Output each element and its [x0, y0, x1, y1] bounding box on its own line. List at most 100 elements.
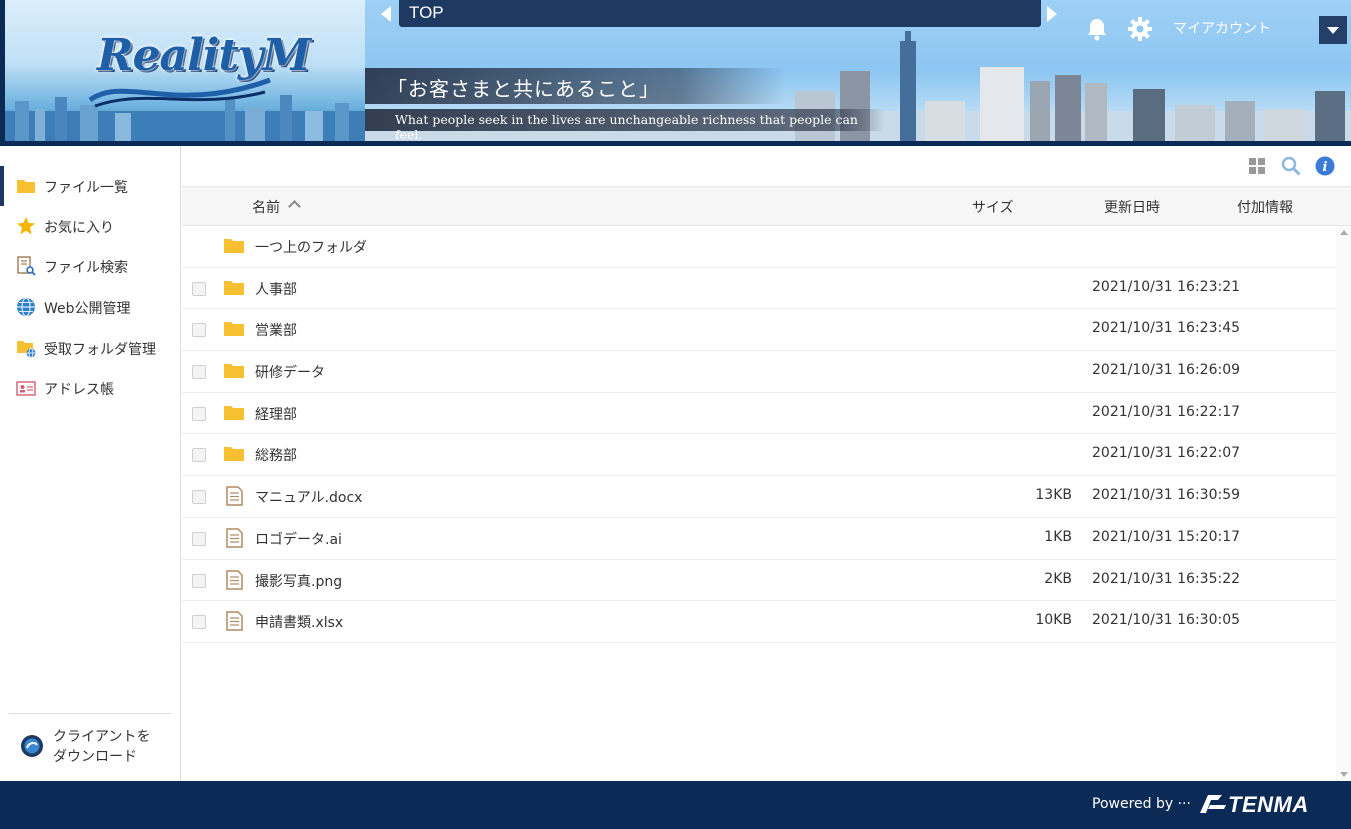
file-name[interactable]: 営業部 [255, 320, 297, 340]
client-download-link[interactable]: クライアントを ダウンロード [20, 726, 170, 770]
file-size: 13KB [1035, 487, 1072, 504]
row-checkbox[interactable] [192, 365, 206, 380]
column-header-name[interactable]: 名前 [252, 197, 280, 217]
folder-icon [224, 239, 244, 253]
file-name: 一つ上のフォルダ [255, 240, 367, 256]
file-updated-date: 2021/10/31 16:23:45 [1092, 320, 1241, 337]
row-checkbox[interactable] [192, 323, 206, 338]
file-toolbar: i [182, 146, 1351, 186]
file-table-body: 一つ上のフォルダ 人事部 2021/10/31 16:23:21 営業部 2021/1… [182, 226, 1336, 643]
app-footer: Powered by ··· TENMA [0, 781, 1351, 829]
sidebar-item-label: 受取フォルダ管理 [44, 342, 156, 358]
sidebar: ファイル一覧 お気に入り ファイル検索 Web公開管理 受取フォルダ管理 アドレ… [0, 146, 181, 781]
file-updated-date: 2021/10/31 16:22:17 [1092, 403, 1241, 420]
file-updated-date: 2021/10/31 16:35:22 [1092, 570, 1241, 587]
tenma-mark-icon [1200, 795, 1226, 813]
tenma-logo: TENMA [1198, 791, 1326, 819]
breadcrumb-label: TOP [409, 3, 444, 22]
column-header-size[interactable]: サイズ [972, 197, 1014, 217]
forward-arrow-icon[interactable] [1047, 6, 1057, 22]
file-size: 2KB [1044, 570, 1072, 587]
file-search-icon [17, 256, 36, 276]
slogan-text: 「お客さまと共にあること」 [387, 77, 660, 101]
company-logo[interactable]: RealityM [5, 0, 365, 141]
slogan-banner: 「お客さまと共にあること」 [365, 68, 785, 104]
row-checkbox[interactable] [192, 448, 206, 463]
star-icon [17, 217, 35, 235]
row-checkbox[interactable] [192, 281, 206, 296]
table-row[interactable]: 申請書類.xlsx 10KB 2021/10/31 16:30:05 [182, 601, 1336, 643]
file-name[interactable]: 経理部 [255, 404, 297, 424]
table-row[interactable]: マニュアル.docx 13KB 2021/10/31 16:30:59 [182, 476, 1336, 518]
account-dropdown-button[interactable] [1319, 16, 1347, 44]
folder-icon [224, 405, 244, 420]
header-banner: TOP マイアカウント 「お客さまと共にあること」 What people se… [365, 0, 1351, 141]
vertical-scrollbar[interactable] [1336, 226, 1351, 781]
file-name[interactable]: 人事部 [255, 279, 297, 299]
file-name[interactable]: 撮影写真.png [255, 571, 342, 591]
file-name[interactable]: 研修データ [255, 362, 325, 382]
sidebar-item-label: ファイル一覧 [44, 180, 128, 196]
table-row[interactable]: ロゴデータ.ai 1KB 2021/10/31 15:20:17 [182, 518, 1336, 560]
sort-ascending-icon[interactable] [288, 200, 301, 213]
scroll-up-arrow-icon[interactable] [1340, 230, 1348, 235]
sidebar-item-address-book[interactable]: アドレス帳 [0, 368, 181, 408]
file-updated-date: 2021/10/31 15:20:17 [1092, 528, 1241, 545]
bell-icon[interactable] [1086, 17, 1108, 41]
scroll-down-arrow-icon[interactable] [1340, 772, 1348, 777]
table-row[interactable]: 経理部 2021/10/31 16:22:17 [182, 393, 1336, 435]
folder-icon [224, 447, 244, 462]
my-account-link[interactable]: マイアカウント [1173, 18, 1271, 38]
row-checkbox[interactable] [192, 531, 206, 546]
column-header-updated[interactable]: 更新日時 [1104, 197, 1160, 217]
client-download-label: クライアントを ダウンロード [53, 729, 151, 765]
file-updated-date: 2021/10/31 16:22:07 [1092, 445, 1241, 462]
row-checkbox[interactable] [192, 615, 206, 630]
file-updated-date: 2021/10/31 16:23:21 [1092, 278, 1241, 295]
grid-view-icon[interactable] [1247, 156, 1267, 176]
table-row[interactable]: 研修データ 2021/10/31 16:26:09 [182, 351, 1336, 393]
globe-icon [17, 297, 35, 317]
row-checkbox[interactable] [192, 573, 206, 588]
client-app-icon [21, 735, 43, 757]
file-updated-date: 2021/10/31 16:30:59 [1092, 487, 1241, 504]
gear-icon[interactable] [1128, 17, 1152, 41]
row-checkbox[interactable] [192, 406, 206, 421]
document-icon [226, 611, 243, 631]
file-list-panel: i 名前 サイズ 更新日時 付加情報 一つ上のフォルダ 人事部 2021/10/3… [182, 146, 1351, 781]
info-icon[interactable]: i [1315, 156, 1335, 176]
receive-folder-icon [17, 341, 36, 358]
sidebar-item-file-search[interactable]: ファイル検索 [0, 246, 181, 286]
file-name[interactable]: 申請書類.xlsx [255, 612, 343, 632]
row-checkbox[interactable] [192, 490, 206, 505]
logo-swirl-graphic [88, 77, 271, 108]
sidebar-item-label: お気に入り [44, 220, 114, 236]
table-row[interactable]: 営業部 2021/10/31 16:23:45 [182, 309, 1336, 352]
table-row[interactable]: 総務部 2021/10/31 16:22:07 [182, 434, 1336, 477]
file-size: 10KB [1035, 612, 1072, 629]
file-name[interactable]: ロゴデータ.ai [255, 529, 342, 549]
search-icon[interactable] [1281, 156, 1301, 176]
file-updated-date: 2021/10/31 16:30:05 [1092, 612, 1241, 629]
sidebar-item-label: ファイル検索 [44, 260, 128, 276]
powered-by-text: Powered by ··· [1092, 796, 1191, 812]
sidebar-item-web-publish[interactable]: Web公開管理 [0, 287, 181, 327]
breadcrumb[interactable]: TOP [399, 0, 1041, 27]
column-header-extra[interactable]: 付加情報 [1237, 197, 1293, 217]
sidebar-item-favorites[interactable]: お気に入り [0, 206, 181, 246]
file-name[interactable]: マニュアル.docx [255, 487, 362, 507]
table-header: 名前 サイズ 更新日時 付加情報 [182, 186, 1351, 226]
table-row[interactable]: 人事部 2021/10/31 16:23:21 [182, 268, 1336, 310]
folder-icon [224, 364, 244, 379]
tagline-text: What people seek in the lives are unchan… [395, 112, 858, 141]
address-card-icon [16, 381, 36, 396]
file-size: 1KB [1044, 528, 1072, 545]
file-name[interactable]: 総務部 [255, 445, 297, 465]
document-icon [226, 486, 243, 506]
back-arrow-icon[interactable] [381, 6, 391, 22]
sidebar-item-receive-folder[interactable]: 受取フォルダ管理 [0, 328, 181, 368]
table-row[interactable]: 撮影写真.png 2KB 2021/10/31 16:35:22 [182, 560, 1336, 602]
parent-folder-row[interactable]: 一つ上のフォルダ [182, 226, 1336, 268]
sidebar-item-file-list[interactable]: ファイル一覧 [0, 166, 181, 206]
sidebar-item-label: アドレス帳 [44, 382, 114, 398]
